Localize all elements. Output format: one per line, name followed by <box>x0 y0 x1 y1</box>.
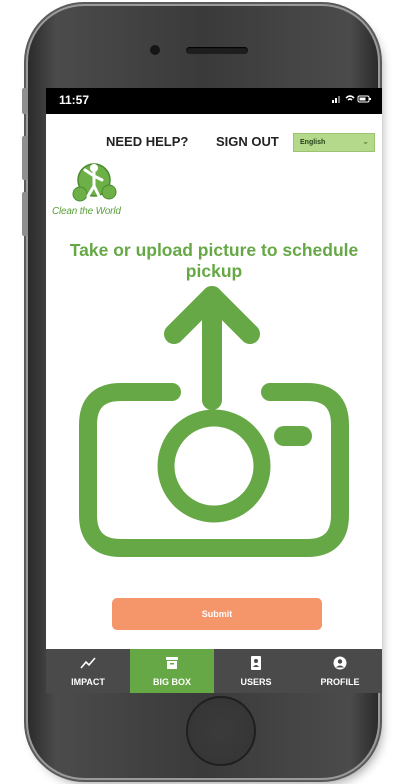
tab-big-box-label: BIG BOX <box>152 677 191 687</box>
volume-up-button <box>22 136 28 180</box>
bottom-tab-bar: IMPACT BIG BOX USERS PROFILE <box>46 649 382 693</box>
status-time: 11:57 <box>59 93 90 107</box>
tab-users[interactable]: USERS <box>214 649 298 693</box>
globe-person-icon <box>72 163 117 202</box>
language-select[interactable]: English ⌄ <box>293 133 375 152</box>
top-navigation: NEED HELP? SIGN OUT English ⌄ <box>46 132 382 152</box>
need-help-link[interactable]: NEED HELP? <box>106 134 188 149</box>
status-icons <box>332 94 372 107</box>
front-camera <box>150 45 160 55</box>
mute-switch <box>22 88 28 114</box>
sign-out-link[interactable]: SIGN OUT <box>216 134 279 149</box>
chevron-down-icon: ⌄ <box>362 137 369 146</box>
tab-impact[interactable]: IMPACT <box>46 649 130 693</box>
signal-wifi-battery-icon <box>332 95 371 103</box>
app-screen: 11:57 NEED HELP? SIGN OUT English ⌄ Clea… <box>46 88 382 693</box>
volume-down-button <box>22 192 28 236</box>
logo-text: Clean the World <box>52 206 121 217</box>
clean-the-world-logo: Clean the World <box>52 158 142 224</box>
box-icon <box>166 657 178 669</box>
tab-profile-label: PROFILE <box>320 677 360 687</box>
tab-big-box[interactable]: BIG BOX <box>130 649 214 693</box>
user-circle-icon <box>333 656 347 670</box>
tab-users-label: USERS <box>240 677 272 687</box>
contact-card-icon <box>251 656 261 670</box>
tab-profile[interactable]: PROFILE <box>298 649 382 693</box>
camera-upload-icon[interactable] <box>76 278 352 568</box>
speaker-grille <box>186 47 248 54</box>
status-bar: 11:57 <box>46 88 382 114</box>
trend-chart-icon <box>80 657 96 669</box>
page-title: Take or upload picture to schedule picku… <box>69 240 359 281</box>
submit-button[interactable]: Submit <box>112 598 322 630</box>
language-selected-value: English <box>300 139 326 146</box>
home-button[interactable] <box>186 696 256 766</box>
tab-impact-label: IMPACT <box>71 677 105 687</box>
